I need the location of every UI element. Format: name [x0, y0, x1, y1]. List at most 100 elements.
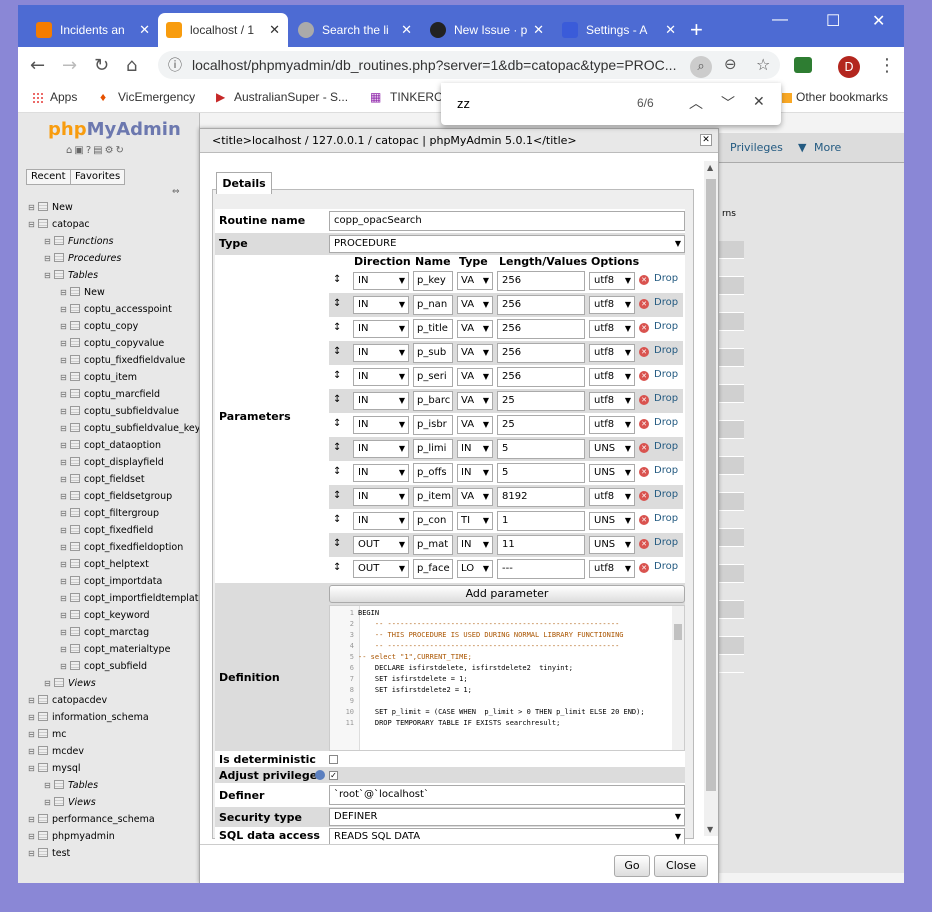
- direction-select[interactable]: IN: [353, 512, 409, 530]
- drop-link[interactable]: Drop: [654, 561, 678, 572]
- sql-access-select[interactable]: READS SQL DATA: [329, 828, 685, 845]
- drag-handle-icon[interactable]: ↕: [333, 466, 341, 477]
- direction-select[interactable]: OUT: [353, 560, 409, 578]
- star-icon[interactable]: ☆: [756, 55, 770, 74]
- options-select[interactable]: utf8: [589, 368, 635, 386]
- name-input[interactable]: p_barc: [413, 391, 453, 411]
- scroll-thumb[interactable]: [706, 179, 716, 791]
- options-select[interactable]: utf8: [589, 488, 635, 506]
- expand-icon[interactable]: ⊟: [60, 539, 70, 556]
- type-select[interactable]: TI: [457, 512, 493, 530]
- tree-item[interactable]: ⊟ catopacdev: [18, 692, 199, 709]
- expand-icon[interactable]: ⊟: [60, 505, 70, 522]
- tree-item[interactable]: ⊟ coptu_fixedfieldvalue: [18, 352, 199, 369]
- find-previous-icon[interactable]: ︿: [689, 93, 703, 113]
- expand-icon[interactable]: ⊟: [60, 641, 70, 658]
- type-select[interactable]: VA: [457, 416, 493, 434]
- drop-link[interactable]: Drop: [654, 297, 678, 308]
- name-input[interactable]: p_limi: [413, 439, 453, 459]
- drag-handle-icon[interactable]: ↕: [333, 274, 341, 285]
- menu-icon[interactable]: ⋮: [878, 55, 896, 76]
- expand-icon[interactable]: ⊟: [44, 233, 54, 250]
- close-icon[interactable]: ✕: [700, 134, 712, 146]
- direction-select[interactable]: IN: [353, 488, 409, 506]
- close-window-icon[interactable]: ✕: [872, 11, 885, 31]
- bookmark-other[interactable]: Other bookmarks: [796, 90, 888, 104]
- type-select[interactable]: VA: [457, 344, 493, 362]
- tab-phpmyadmin[interactable]: localhost / 1 ✕: [158, 13, 288, 47]
- maximize-icon[interactable]: ☐: [826, 11, 840, 31]
- tree-item[interactable]: ⊟ Tables: [18, 267, 199, 284]
- drop-link[interactable]: Drop: [654, 369, 678, 380]
- close-tab-icon[interactable]: ✕: [533, 22, 544, 38]
- tab-search[interactable]: Search the li ✕: [290, 13, 420, 47]
- drag-handle-icon[interactable]: ↕: [333, 418, 341, 429]
- expand-icon[interactable]: ⊟: [28, 692, 38, 709]
- length-input[interactable]: 25: [497, 415, 585, 435]
- expand-icon[interactable]: ⊟: [60, 488, 70, 505]
- type-select[interactable]: IN: [457, 440, 493, 458]
- expand-icon[interactable]: ⊟: [28, 845, 38, 862]
- expand-icon[interactable]: ⊟: [28, 828, 38, 845]
- name-input[interactable]: p_face: [413, 559, 453, 579]
- routine-name-input[interactable]: copp_opacSearch: [329, 211, 685, 231]
- tree-item[interactable]: ⊟ Views: [18, 675, 199, 692]
- tree-item[interactable]: ⊟ copt_fieldsetgroup: [18, 488, 199, 505]
- scroll-down-icon[interactable]: ▼: [707, 825, 713, 834]
- length-input[interactable]: 1: [497, 511, 585, 531]
- expand-icon[interactable]: ⊟: [60, 318, 70, 335]
- tree-item[interactable]: ⊟ coptu_marcfield: [18, 386, 199, 403]
- type-select[interactable]: VA: [457, 296, 493, 314]
- drag-handle-icon[interactable]: ↕: [333, 370, 341, 381]
- tree-item[interactable]: ⊟ New: [18, 199, 199, 216]
- tree-item[interactable]: ⊟ Procedures: [18, 250, 199, 267]
- definition-editor[interactable]: 1 BEGIN 2 -- -----------------------------…: [329, 605, 685, 751]
- tree-item[interactable]: ⊟ mysql: [18, 760, 199, 777]
- type-select[interactable]: PROCEDURE: [329, 235, 685, 253]
- drag-handle-icon[interactable]: ↕: [333, 346, 341, 357]
- tree-item[interactable]: ⊟ copt_fixedfield: [18, 522, 199, 539]
- favorites-tab[interactable]: Favorites: [70, 169, 126, 185]
- drag-handle-icon[interactable]: ↕: [333, 490, 341, 501]
- options-select[interactable]: utf8: [589, 272, 635, 290]
- length-input[interactable]: 256: [497, 367, 585, 387]
- drop-link[interactable]: Drop: [654, 273, 678, 284]
- tree-item[interactable]: ⊟ New: [18, 284, 199, 301]
- tree-item[interactable]: ⊟ test: [18, 845, 199, 862]
- tree-item[interactable]: ⊟ coptu_copy: [18, 318, 199, 335]
- tree-item[interactable]: ⊟ copt_dataoption: [18, 437, 199, 454]
- options-select[interactable]: UNS: [589, 536, 635, 554]
- back-icon[interactable]: ←: [30, 55, 45, 76]
- expand-icon[interactable]: ⊟: [60, 454, 70, 471]
- drop-link[interactable]: Drop: [654, 345, 678, 356]
- find-input[interactable]: zz: [457, 96, 470, 111]
- expand-icon[interactable]: ⊟: [44, 794, 54, 811]
- direction-select[interactable]: IN: [353, 392, 409, 410]
- length-input[interactable]: 8192: [497, 487, 585, 507]
- editor-scrollbar[interactable]: [672, 606, 684, 750]
- close-tab-icon[interactable]: ✕: [269, 22, 280, 38]
- options-select[interactable]: utf8: [589, 344, 635, 362]
- expand-icon[interactable]: ⊟: [28, 760, 38, 777]
- bookmark-vicemergency[interactable]: VicEmergency: [118, 90, 195, 104]
- expand-icon[interactable]: ⊟: [60, 386, 70, 403]
- dialog-scrollbar[interactable]: ▲ ▼: [704, 161, 718, 836]
- go-button[interactable]: Go: [614, 855, 650, 877]
- length-input[interactable]: 256: [497, 271, 585, 291]
- deterministic-checkbox[interactable]: [329, 755, 338, 764]
- tree-item[interactable]: ⊟ Views: [18, 794, 199, 811]
- expand-icon[interactable]: ⊟: [28, 743, 38, 760]
- find-close-icon[interactable]: ✕: [753, 93, 765, 110]
- name-input[interactable]: p_isbr: [413, 415, 453, 435]
- length-input[interactable]: 11: [497, 535, 585, 555]
- name-input[interactable]: p_key: [413, 271, 453, 291]
- expand-icon[interactable]: ⊟: [28, 811, 38, 828]
- direction-select[interactable]: IN: [353, 464, 409, 482]
- tree-item[interactable]: ⊟ Functions: [18, 233, 199, 250]
- name-input[interactable]: p_offs: [413, 463, 453, 483]
- tab-new-issue[interactable]: New Issue · p ✕: [422, 13, 552, 47]
- editor-scroll-thumb[interactable]: [674, 624, 682, 640]
- type-select[interactable]: VA: [457, 272, 493, 290]
- options-select[interactable]: utf8: [589, 416, 635, 434]
- help-icon[interactable]: [315, 770, 325, 780]
